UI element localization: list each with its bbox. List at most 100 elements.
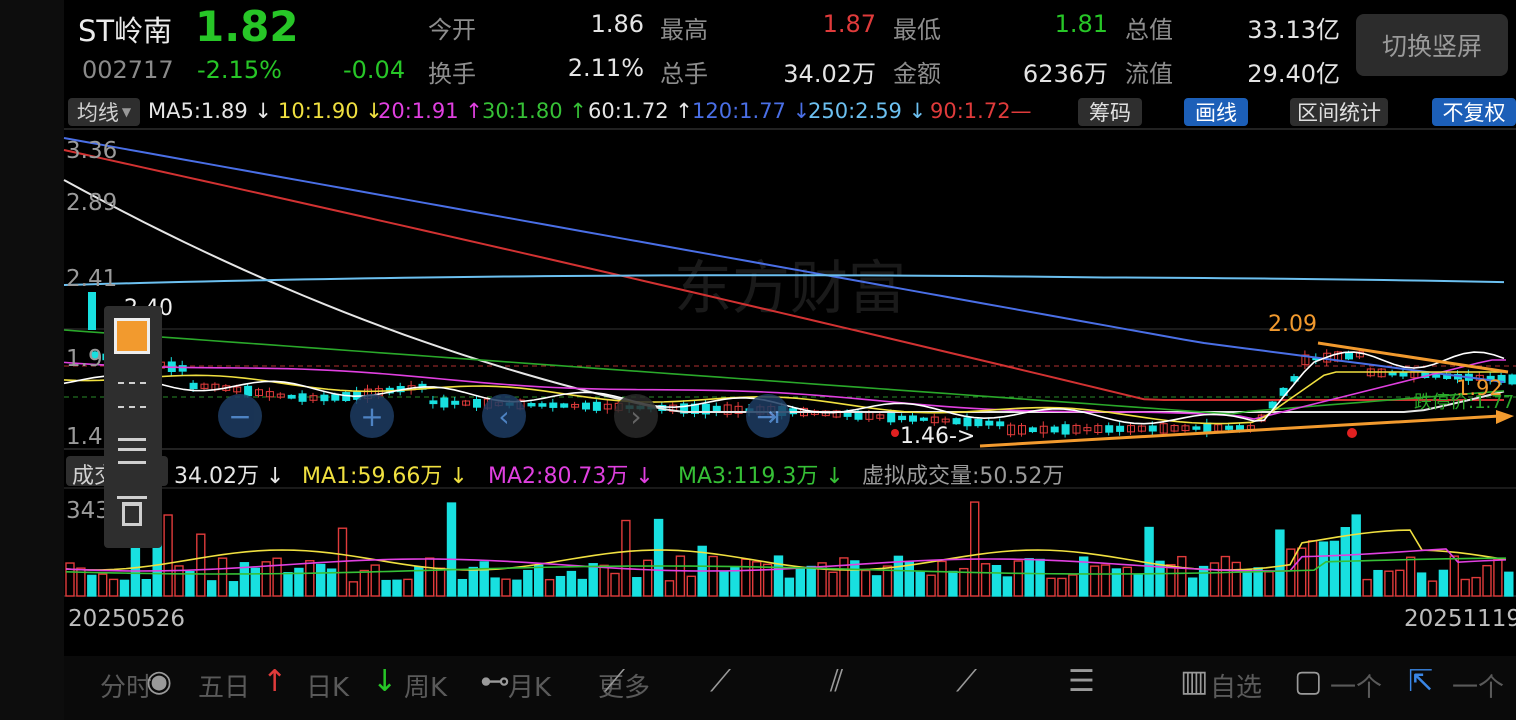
parallel-line-icon[interactable]: ⫽ [830,664,843,699]
candle-body [320,394,329,402]
volume-bar [1275,529,1285,597]
volume-ma3: MA3:119.3万 ↓ [678,464,844,489]
horizontal-line-icon[interactable]: ⊷ [480,664,510,699]
low-price-marker: 1.46-> [900,424,976,449]
candle-body [1148,425,1157,432]
volume-bar [980,563,991,597]
tab-weekly-k[interactable]: 周K [404,667,447,704]
volume-bar [370,564,380,597]
volume-bar [948,570,958,597]
volume-ma2: MA2:80.73万 ↓ [488,464,654,489]
period-lines-icon[interactable]: ▥ [1180,664,1208,699]
volume-bar [850,560,860,597]
line-style-icon[interactable] [118,382,146,408]
volume-bar [632,577,642,597]
volume-bar [686,575,696,597]
arrow-up-icon[interactable]: ↑ [262,664,287,699]
color-swatch-button[interactable] [114,318,150,354]
volume-bar [1089,565,1100,597]
candle-body [560,403,569,408]
candle-body [440,397,449,408]
candle-body [1061,424,1070,435]
candle-body [1508,374,1516,385]
tab-intraday[interactable]: 分时 [100,667,152,704]
extended-line-icon[interactable]: ⟋ [956,664,977,699]
high-price-label: 2.09 [1268,312,1317,337]
volume-bar [991,564,1002,597]
volume-bar [1482,564,1492,597]
tab-daily-k[interactable]: 日K [306,667,349,704]
volume-bar [272,557,282,597]
volume-bar [741,558,751,597]
signal-dot [1347,428,1357,438]
limit-down-label: 跌停价:1.77 [1414,392,1515,413]
volume-bar [1493,558,1503,597]
volume-bar [1286,548,1296,597]
volume-bar [599,564,609,597]
volume-current: 34.02万 ↓ [174,464,285,489]
candle-body [178,365,187,372]
candle-body [451,400,460,405]
scroll-right-button[interactable]: › [614,394,658,438]
candle-body [952,418,961,425]
chevron-right-icon: › [630,399,642,433]
price-tick-1: 3.36 [66,138,118,164]
volume-bar [250,567,261,597]
candle-body [996,421,1005,427]
zoom-in-button[interactable]: + [350,394,394,438]
line-width-icon[interactable] [118,438,146,464]
scroll-left-button[interactable]: ‹ [482,394,526,438]
candle-body [843,412,852,417]
prev-item[interactable]: 一个 [1330,667,1382,704]
volume-bar [784,577,795,597]
candle-body [1105,425,1114,433]
volume-bar [446,502,457,597]
volume-bar [1460,578,1470,597]
volume-bar [348,581,359,597]
volume-bar [163,514,173,597]
zoom-out-button[interactable]: − [218,394,262,438]
volume-bar [1111,568,1122,597]
watchlist-item[interactable]: 自选 [1210,667,1262,704]
plus-icon: + [360,399,384,433]
volume-bar [283,572,293,597]
arrow-down-icon[interactable]: ↓ [372,664,397,699]
volume-bar [392,579,402,597]
volume-bar [1002,576,1013,597]
tab-monthly-k[interactable]: 月K [508,667,551,704]
volume-bar [1471,576,1481,597]
volume-bar [653,518,664,597]
volume-bar [577,578,587,597]
candle-body [1050,426,1059,433]
volume-bar [555,575,566,597]
volume-bar [1177,555,1187,597]
volume-bar [1078,556,1089,597]
volume-bar [534,564,544,597]
trash-icon[interactable] [122,502,142,526]
jump-latest-button[interactable]: ⇥ [746,394,790,438]
kline-chart[interactable]: 东方财富 [0,0,1516,720]
tab-five-day[interactable]: 五日 [198,667,250,704]
end-date: 20251119 [1404,606,1516,632]
volume-bar [1220,555,1231,597]
eye-icon[interactable]: ◉ [146,664,172,699]
share-icon[interactable]: ⇱ [1408,664,1433,699]
trash-lid [117,496,147,499]
volume-bars [65,501,1514,597]
signal-dot [891,429,899,437]
candle-body [887,412,896,423]
volume-bar [119,579,130,597]
volume-bar [937,560,947,597]
volume-bar [206,580,217,597]
rectangle-icon[interactable]: ▢ [1294,664,1322,699]
volume-bar [87,574,97,597]
drawing-tool-sidebar [104,306,162,548]
candle-body [429,400,438,405]
volume-bar [1351,514,1361,597]
segment-line-icon[interactable]: ⟋ [604,664,625,699]
ray-line-icon[interactable]: ⟋ [710,664,731,699]
volume-bar [1405,556,1416,597]
candle-body [985,420,994,426]
next-item[interactable]: 一个 [1452,667,1504,704]
fibonacci-icon[interactable]: ☰ [1068,664,1095,699]
